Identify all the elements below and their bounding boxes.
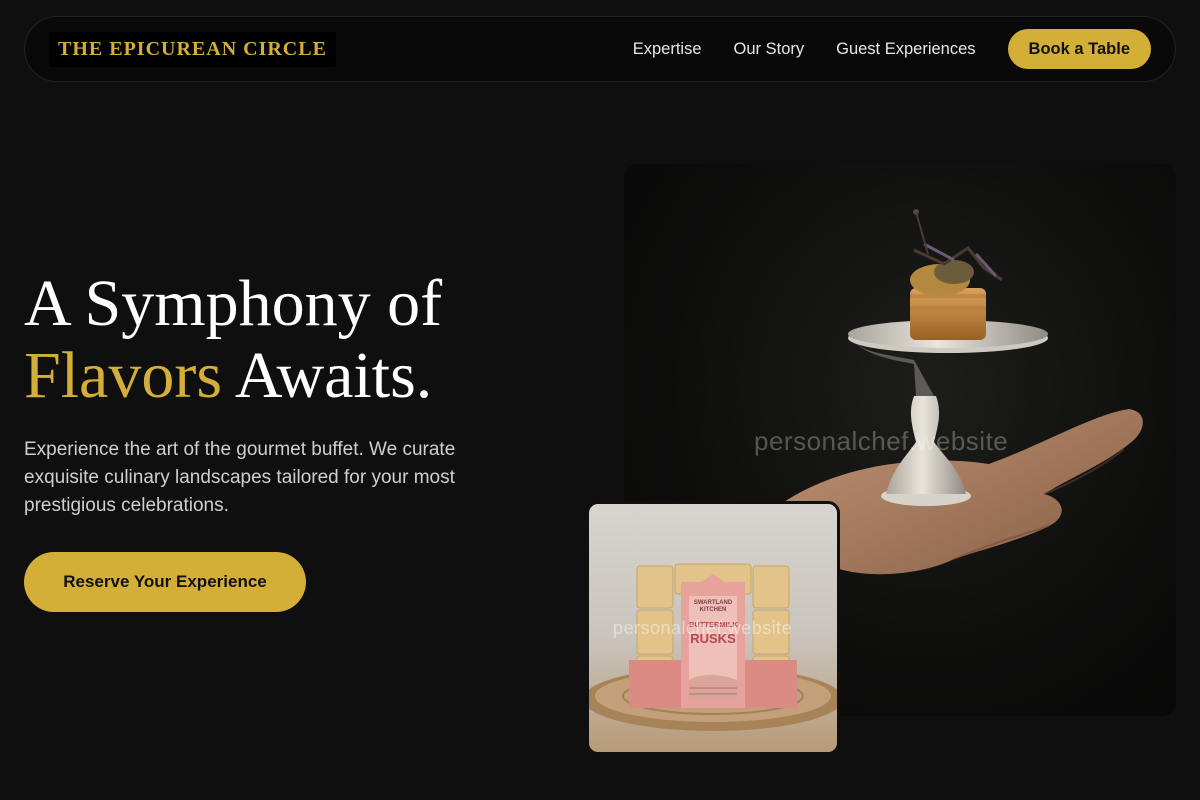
- hero-subtitle: Experience the art of the gourmet buffet…: [24, 439, 456, 516]
- nav-link-expertise[interactable]: Expertise: [633, 40, 702, 59]
- book-a-table-button[interactable]: Book a Table: [1007, 29, 1151, 69]
- hero-title: A Symphony of Flavors Awaits.: [24, 268, 544, 412]
- hero-title-line2: Awaits.: [222, 339, 433, 412]
- brand-logo[interactable]: THE EPICUREAN CIRCLE: [49, 31, 336, 67]
- hero-secondary-image: SWARTLAND KITCHEN BUTTERMILK RUSKS perso…: [586, 501, 840, 755]
- image-watermark: personalchef.website: [754, 426, 1009, 456]
- reserve-experience-button[interactable]: Reserve Your Experience: [24, 552, 306, 612]
- nav-link-our-story[interactable]: Our Story: [734, 40, 805, 59]
- nav-link-guest-experiences[interactable]: Guest Experiences: [836, 40, 975, 59]
- package-brand-label: SWARTLAND KITCHEN: [693, 600, 733, 613]
- top-navigation: THE EPICUREAN CIRCLE Expertise Our Story…: [24, 16, 1176, 82]
- nav-links: Expertise Our Story Guest Experiences Bo…: [633, 29, 1151, 69]
- hero-title-accent: Flavors: [24, 339, 222, 412]
- hero-title-line1: A Symphony of: [24, 267, 443, 340]
- image-watermark-secondary: personalchef.website: [613, 618, 793, 638]
